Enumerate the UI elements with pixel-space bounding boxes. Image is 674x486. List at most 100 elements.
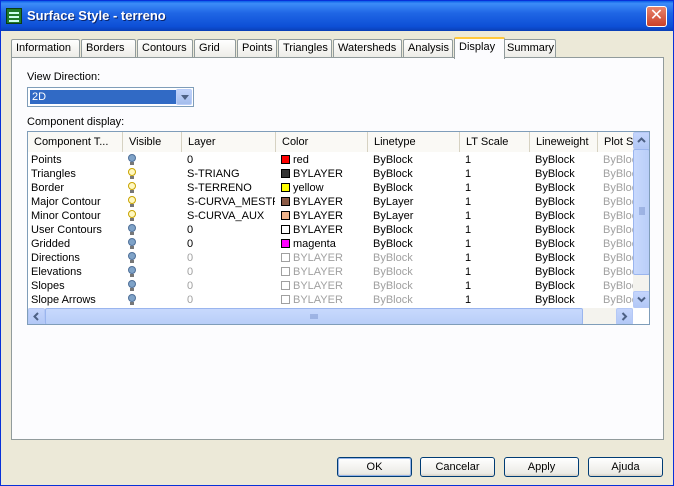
column-header[interactable]: Layer <box>182 132 276 152</box>
color-cell[interactable]: BYLAYER <box>281 167 367 181</box>
ok-button[interactable]: OK <box>337 457 412 477</box>
table-row[interactable]: Slopes 0 BYLAYER ByBlock 1 ByBlock ByBlock <box>28 279 643 293</box>
window-title: Surface Style - terreno <box>27 8 166 23</box>
tab-triangles[interactable]: Triangles <box>278 39 332 58</box>
color-cell[interactable]: yellow <box>281 181 367 195</box>
column-header[interactable]: LT Scale <box>460 132 530 152</box>
color-name: BYLAYER <box>293 210 343 222</box>
scroll-down-button[interactable] <box>633 291 649 308</box>
tab-summary[interactable]: Summary <box>502 39 556 58</box>
lightbulb-on-icon[interactable] <box>128 210 136 222</box>
apply-button[interactable]: Apply <box>504 457 579 477</box>
close-button[interactable]: ✕ <box>646 6 667 27</box>
component-name: Minor Contour <box>31 210 101 222</box>
grip-icon <box>310 314 318 319</box>
chevron-down-icon[interactable] <box>176 89 192 105</box>
layer-cell: S-CURVA_AUX <box>187 210 265 222</box>
chevron-left-icon <box>33 312 39 321</box>
table-row[interactable]: Minor Contour S-CURVA_AUX BYLAYER ByLayer 1 B… <box>28 209 643 223</box>
surface-style-dialog: Surface Style - terreno ✕ Information Bor… <box>0 0 674 486</box>
column-header[interactable]: Linetype <box>368 132 460 152</box>
table-row[interactable]: Border S-TERRENO yellow ByBlock 1 ByBlock ByBl… <box>28 181 643 195</box>
tab-contours[interactable]: Contours <box>137 39 193 58</box>
lightbulb-off-icon[interactable] <box>128 294 136 306</box>
lt-scale-cell: 1 <box>465 294 472 306</box>
lt-scale-cell: 1 <box>465 252 472 264</box>
lt-scale-cell: 1 <box>465 168 472 180</box>
lineweight-cell: ByBlock <box>535 196 575 208</box>
linetype-cell: ByBlock <box>373 238 413 250</box>
table-row[interactable]: Points 0 red ByBlock 1 ByBlock ByBlock <box>28 153 643 167</box>
lt-scale-cell: 1 <box>465 154 472 166</box>
color-cell[interactable]: BYLAYER <box>281 293 367 307</box>
table-row[interactable]: Triangles S-TRIANG BYLAYER ByBlock 1 ByBlock B… <box>28 167 643 181</box>
lt-scale-cell: 1 <box>465 238 472 250</box>
color-cell[interactable]: BYLAYER <box>281 279 367 293</box>
lightbulb-off-icon[interactable] <box>128 280 136 292</box>
lt-scale-cell: 1 <box>465 224 472 236</box>
table-row[interactable]: User Contours 0 BYLAYER ByBlock 1 ByBlock ByBl… <box>28 223 643 237</box>
lightbulb-off-icon[interactable] <box>128 252 136 264</box>
table-row[interactable]: Major Contour S-CURVA_MESTRA BYLAYER ByLaye… <box>28 195 643 209</box>
lightbulb-off-icon[interactable] <box>128 266 136 278</box>
help-button[interactable]: Ajuda <box>588 457 663 477</box>
column-header[interactable]: Lineweight <box>530 132 598 152</box>
table-row[interactable]: Slope Arrows 0 BYLAYER ByBlock 1 ByBlock ByBlo… <box>28 293 643 307</box>
horizontal-scrollbar[interactable] <box>28 308 633 324</box>
color-name: magenta <box>293 238 336 250</box>
color-cell[interactable]: BYLAYER <box>281 223 367 237</box>
color-name: BYLAYER <box>293 168 343 180</box>
vertical-scroll-thumb[interactable] <box>633 149 649 275</box>
component-name: Triangles <box>31 168 76 180</box>
table-row[interactable]: Directions 0 BYLAYER ByBlock 1 ByBlock ByBlock <box>28 251 643 265</box>
scroll-right-button[interactable] <box>616 308 633 324</box>
scroll-up-button[interactable] <box>633 132 649 149</box>
lightbulb-on-icon[interactable] <box>128 182 136 194</box>
color-cell[interactable]: BYLAYER <box>281 195 367 209</box>
column-header[interactable]: Color <box>276 132 368 152</box>
color-cell[interactable]: BYLAYER <box>281 265 367 279</box>
view-direction-select[interactable]: 2D <box>27 87 194 107</box>
color-cell[interactable]: BYLAYER <box>281 251 367 265</box>
lightbulb-on-icon[interactable] <box>128 196 136 208</box>
vertical-scrollbar[interactable] <box>633 132 649 308</box>
color-cell[interactable]: magenta <box>281 237 367 251</box>
table-row[interactable]: Elevations 0 BYLAYER ByBlock 1 ByBlock ByBlock <box>28 265 643 279</box>
linetype-cell: ByBlock <box>373 168 413 180</box>
title-bar[interactable]: Surface Style - terreno ✕ <box>1 1 673 31</box>
table-row[interactable]: Gridded 0 magenta ByBlock 1 ByBlock ByBlock <box>28 237 643 251</box>
tab-watersheds[interactable]: Watersheds <box>333 39 402 58</box>
component-name: Major Contour <box>31 196 101 208</box>
tab-information[interactable]: Information <box>11 39 80 58</box>
column-header[interactable]: Plot S <box>598 132 638 152</box>
tab-analysis[interactable]: Analysis <box>403 39 453 58</box>
lightbulb-off-icon[interactable] <box>128 238 136 250</box>
layer-cell: 0 <box>187 252 194 264</box>
tab-grid[interactable]: Grid <box>194 39 236 58</box>
lineweight-cell: ByBlock <box>535 294 575 306</box>
lt-scale-cell: 1 <box>465 266 472 278</box>
color-name: BYLAYER <box>293 224 343 236</box>
color-cell[interactable]: red <box>281 153 367 167</box>
column-header[interactable]: Visible <box>123 132 182 152</box>
tab-display[interactable]: Display <box>454 37 505 59</box>
color-cell[interactable]: BYLAYER <box>281 209 367 223</box>
color-name: BYLAYER <box>293 266 343 278</box>
scroll-left-button[interactable] <box>28 308 45 324</box>
lineweight-cell: ByBlock <box>535 252 575 264</box>
column-header[interactable]: Component T... <box>28 132 123 152</box>
lt-scale-cell: 1 <box>465 182 472 194</box>
color-swatch <box>281 253 290 262</box>
lightbulb-off-icon[interactable] <box>128 154 136 166</box>
linetype-cell: ByBlock <box>373 224 413 236</box>
tab-borders[interactable]: Borders <box>81 39 136 58</box>
lightbulb-on-icon[interactable] <box>128 168 136 180</box>
layer-cell: S-TRIANG <box>187 168 240 180</box>
color-name: BYLAYER <box>293 252 343 264</box>
view-direction-value: 2D <box>30 90 176 104</box>
component-display-label: Component display: <box>27 116 125 128</box>
tab-points[interactable]: Points <box>237 39 277 58</box>
cancel-button[interactable]: Cancelar <box>420 457 495 477</box>
horizontal-scroll-thumb[interactable] <box>45 308 583 324</box>
lightbulb-off-icon[interactable] <box>128 224 136 236</box>
